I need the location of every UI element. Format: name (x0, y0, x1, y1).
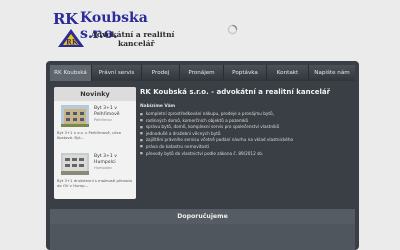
list-item: kompletní zprostředkování nákupu, prodej… (140, 111, 350, 118)
news-item[interactable]: Byt 3+1 v Humpolci Humpolec Byt 3+1 druž… (54, 149, 136, 197)
recommend-section: Doporučujeme (50, 209, 355, 250)
main-frame: RK Koubská Právní servis Prodej Pronájem… (46, 61, 359, 250)
news-item[interactable]: Byt 3+1 v Pelhřimově Pelhřimov Byt 3+1 v… (54, 101, 136, 149)
news-excerpt: Byt 3+1 družstevní s možností převodu do… (57, 178, 133, 188)
logo-rk: RK (53, 10, 78, 28)
logo-tagline-1: Advokátní a realitní (91, 30, 175, 39)
nav-item-pronajem[interactable]: Pronájem (180, 65, 224, 81)
news-location: Pelhřimov (94, 118, 112, 122)
logo-roof-icon: RK (58, 29, 84, 47)
news-heading: Novinky (54, 87, 136, 101)
news-title[interactable]: Byt 3+1 v Humpolci (94, 154, 134, 166)
news-location: Humpolec (94, 166, 113, 170)
loading-spinner-icon (227, 24, 238, 35)
news-excerpt: Byt 3+1 v o.v. v Pelhřimově, ulice Kosto… (57, 130, 122, 140)
content-area: Novinky Byt 3+1 v Pelhřimově Pelhřimov B… (50, 85, 355, 205)
nav-item-kontakt[interactable]: Kontakt (267, 65, 309, 81)
main-navigation: RK Koubská Právní servis Prodej Pronájem… (50, 65, 355, 81)
news-title[interactable]: Byt 3+1 v Pelhřimově (94, 106, 134, 118)
svg-text:RK: RK (66, 38, 79, 47)
page-title: RK Koubská s.r.o. - advokátní a realitní… (140, 88, 331, 96)
news-sidebar: Novinky Byt 3+1 v Pelhřimově Pelhřimov B… (54, 87, 136, 199)
apartment-photo-icon[interactable] (61, 105, 89, 127)
nav-item-prodej[interactable]: Prodej (142, 65, 180, 81)
list-item: správu bytů, domů, komplexní servis pro … (140, 124, 350, 131)
list-item: jednodušé a dražební věcných bytů (140, 131, 350, 138)
nav-item-poptavka[interactable]: Poptávka (224, 65, 267, 81)
apartment-photo-icon[interactable] (61, 153, 89, 175)
nav-item-pravni-servis[interactable]: Právní servis (92, 65, 142, 81)
list-item: práva do katastru nemovitostí (140, 144, 350, 151)
company-logo[interactable]: RK Koubska s.r.o. RK Advokátní a realitn… (53, 8, 183, 52)
list-item: zajištění právního servisu včetně podání… (140, 137, 350, 144)
list-item: převody bytů do vlastnictví podle zákona… (140, 151, 350, 158)
offer-heading: Nabízíme Vám (140, 104, 176, 109)
services-list: kompletní zprostředkování nákupu, prodej… (140, 111, 350, 157)
logo-tagline-2: kancelář (118, 39, 155, 48)
recommend-heading: Doporučujeme (50, 209, 355, 224)
list-item: rodinných domů, komerčních objektů a poz… (140, 118, 350, 125)
nav-item-rk-koubska[interactable]: RK Koubská (50, 65, 92, 81)
nav-item-napiste-nam[interactable]: Napište nám (309, 65, 355, 81)
